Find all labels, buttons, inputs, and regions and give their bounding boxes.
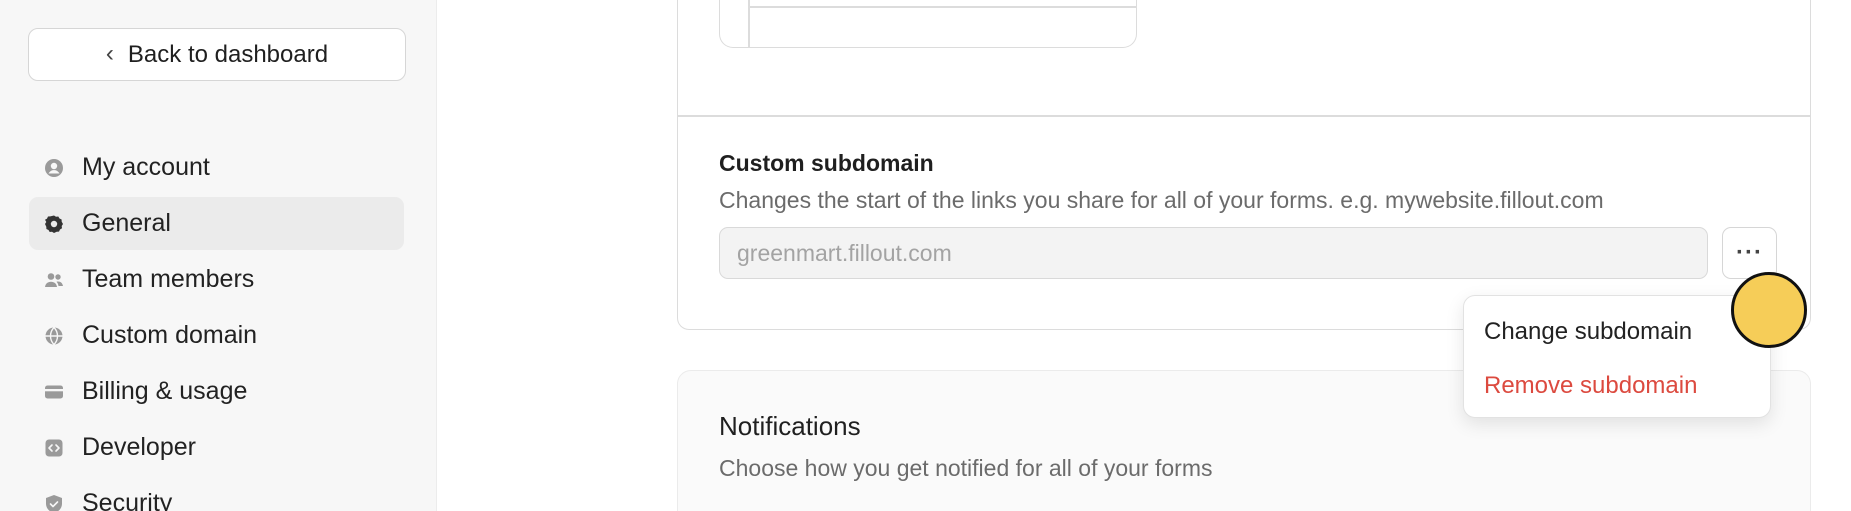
- notifications-description: Choose how you get notified for all of y…: [719, 455, 1213, 481]
- sidebar-item-team-members[interactable]: Team members: [29, 253, 404, 306]
- sidebar: ‹ Back to dashboard My account General T…: [0, 0, 437, 511]
- more-horizontal-icon: ···: [1736, 239, 1763, 266]
- shield-icon: [44, 494, 64, 511]
- change-subdomain-menu-item[interactable]: Change subdomain: [1484, 318, 1692, 346]
- sidebar-item-security[interactable]: Security: [29, 477, 404, 511]
- back-to-dashboard-button[interactable]: ‹ Back to dashboard: [28, 28, 406, 81]
- sidebar-item-billing[interactable]: Billing & usage: [29, 365, 404, 418]
- gear-icon: [44, 214, 64, 234]
- remove-subdomain-menu-item[interactable]: Remove subdomain: [1484, 372, 1697, 400]
- sidebar-item-label: General: [82, 209, 171, 237]
- general-settings-card: Custom subdomain Changes the start of th…: [677, 0, 1811, 330]
- back-to-dashboard-label: Back to dashboard: [127, 40, 329, 68]
- credit-card-icon: [44, 382, 64, 402]
- sidebar-item-label: Team members: [82, 265, 255, 293]
- main-content: Custom subdomain Changes the start of th…: [437, 0, 1851, 511]
- cursor-indicator: [1731, 272, 1807, 348]
- custom-subdomain-description: Changes the start of the links you share…: [719, 187, 1604, 213]
- sidebar-item-custom-domain[interactable]: Custom domain: [29, 309, 404, 362]
- user-circle-icon: [44, 158, 64, 178]
- sidebar-item-label: My account: [82, 153, 210, 181]
- sidebar-item-label: Security: [82, 489, 173, 511]
- settings-nav: My account General Team members Custom d…: [29, 141, 404, 511]
- code-icon: [44, 438, 64, 458]
- notifications-title: Notifications: [719, 411, 861, 441]
- sidebar-item-my-account[interactable]: My account: [29, 141, 404, 194]
- preview-table-fragment: [719, 0, 1137, 48]
- sidebar-item-general[interactable]: General: [29, 197, 404, 250]
- custom-subdomain-title: Custom subdomain: [719, 150, 934, 176]
- table-divider: [748, 6, 1136, 8]
- sidebar-item-label: Billing & usage: [82, 377, 248, 405]
- chevron-left-icon: ‹: [105, 39, 114, 67]
- sidebar-item-label: Custom domain: [82, 321, 258, 349]
- sidebar-item-label: Developer: [82, 433, 196, 461]
- sidebar-item-developer[interactable]: Developer: [29, 421, 404, 474]
- users-icon: [44, 270, 64, 290]
- subdomain-input[interactable]: [719, 227, 1708, 279]
- section-divider: [678, 115, 1810, 117]
- globe-icon: [44, 326, 64, 346]
- subdomain-dropdown-menu: Change subdomain Remove subdomain: [1463, 295, 1771, 418]
